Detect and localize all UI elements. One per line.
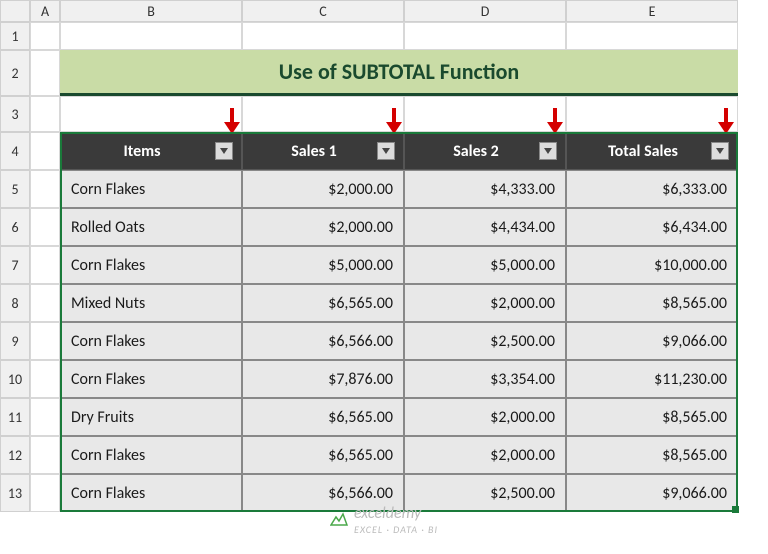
header-sales2[interactable]: Sales 2 — [404, 132, 566, 170]
row-11[interactable]: 11 — [0, 398, 30, 436]
cell-A1[interactable] — [30, 22, 60, 50]
cell-A11[interactable] — [30, 398, 60, 436]
header-sales2-label: Sales 2 — [413, 142, 539, 161]
cell-sales1[interactable]: $6,566.00 — [242, 474, 404, 512]
cell-items[interactable]: Mixed Nuts — [60, 284, 242, 322]
row-8[interactable]: 8 — [0, 284, 30, 322]
cell-items[interactable]: Corn Flakes — [60, 436, 242, 474]
cell-A2[interactable] — [30, 50, 60, 96]
col-E[interactable]: E — [566, 0, 738, 22]
cell-B1[interactable] — [60, 22, 242, 50]
row-12[interactable]: 12 — [0, 436, 30, 474]
header-sales1-label: Sales 1 — [251, 142, 377, 161]
cell-sales1[interactable]: $6,565.00 — [242, 436, 404, 474]
row-9[interactable]: 9 — [0, 322, 30, 360]
cell-sales2[interactable]: $2,000.00 — [404, 398, 566, 436]
chevron-down-icon — [382, 148, 390, 154]
cell-sales2[interactable]: $4,434.00 — [404, 208, 566, 246]
row-6[interactable]: 6 — [0, 208, 30, 246]
cell-items[interactable]: Corn Flakes — [60, 170, 242, 208]
chevron-down-icon — [544, 148, 552, 154]
cell-A12[interactable] — [30, 436, 60, 474]
header-items-label: Items — [69, 142, 215, 161]
cell-sales2[interactable]: $2,000.00 — [404, 284, 566, 322]
header-total[interactable]: Total Sales — [566, 132, 738, 170]
cell-sales1[interactable]: $6,565.00 — [242, 284, 404, 322]
cell-D3[interactable] — [404, 96, 566, 132]
cell-items[interactable]: Corn Flakes — [60, 474, 242, 512]
cell-sales1[interactable]: $2,000.00 — [242, 170, 404, 208]
row-1[interactable]: 1 — [0, 22, 30, 50]
cell-sales1[interactable]: $2,000.00 — [242, 208, 404, 246]
cell-D1[interactable] — [404, 22, 566, 50]
cell-sales1[interactable]: $5,000.00 — [242, 246, 404, 284]
row-7[interactable]: 7 — [0, 246, 30, 284]
cell-A3[interactable] — [30, 96, 60, 132]
cell-total[interactable]: $8,565.00 — [566, 436, 738, 474]
cell-A9[interactable] — [30, 322, 60, 360]
cell-B3[interactable] — [60, 96, 242, 132]
cell-E3[interactable] — [566, 96, 738, 132]
cell-A8[interactable] — [30, 284, 60, 322]
filter-button-sales2[interactable] — [539, 142, 557, 160]
chevron-down-icon — [716, 148, 724, 154]
arrow-icon — [222, 108, 242, 139]
cell-total[interactable]: $8,565.00 — [566, 284, 738, 322]
col-C[interactable]: C — [242, 0, 404, 22]
cell-sales2[interactable]: $2,500.00 — [404, 322, 566, 360]
filter-button-items[interactable] — [215, 142, 233, 160]
arrow-icon — [384, 108, 404, 139]
cell-A10[interactable] — [30, 360, 60, 398]
row-2[interactable]: 2 — [0, 50, 30, 96]
col-B[interactable]: B — [60, 0, 242, 22]
cell-total[interactable]: $11,230.00 — [566, 360, 738, 398]
row-10[interactable]: 10 — [0, 360, 30, 398]
cell-A5[interactable] — [30, 170, 60, 208]
page-title: Use of SUBTOTAL Function — [60, 50, 738, 96]
row-3[interactable]: 3 — [0, 96, 30, 132]
watermark-sub: EXCEL · DATA · BI — [354, 523, 438, 536]
cell-sales1[interactable]: $6,566.00 — [242, 322, 404, 360]
cell-sales1[interactable]: $7,876.00 — [242, 360, 404, 398]
cell-items[interactable]: Corn Flakes — [60, 246, 242, 284]
cell-A13[interactable] — [30, 474, 60, 512]
row-13[interactable]: 13 — [0, 474, 30, 512]
header-items[interactable]: Items — [60, 132, 242, 170]
header-total-label: Total Sales — [575, 142, 711, 161]
cell-sales1[interactable]: $6,565.00 — [242, 398, 404, 436]
cell-E1[interactable] — [566, 22, 738, 50]
cell-total[interactable]: $6,333.00 — [566, 170, 738, 208]
col-A[interactable]: A — [30, 0, 60, 22]
arrow-icon — [716, 108, 736, 139]
cell-total[interactable]: $9,066.00 — [566, 322, 738, 360]
cell-A7[interactable] — [30, 246, 60, 284]
cell-A4[interactable] — [30, 132, 60, 170]
filter-button-total[interactable] — [711, 142, 729, 160]
cell-items[interactable]: Rolled Oats — [60, 208, 242, 246]
chevron-down-icon — [220, 148, 228, 154]
cell-total[interactable]: $8,565.00 — [566, 398, 738, 436]
cell-total[interactable]: $6,434.00 — [566, 208, 738, 246]
select-all-corner[interactable] — [0, 0, 30, 22]
cell-sales2[interactable]: $5,000.00 — [404, 246, 566, 284]
row-5[interactable]: 5 — [0, 170, 30, 208]
cell-sales2[interactable]: $2,000.00 — [404, 436, 566, 474]
logo-icon — [330, 511, 348, 529]
arrow-icon — [545, 108, 565, 139]
row-4[interactable]: 4 — [0, 132, 30, 170]
cell-sales2[interactable]: $2,500.00 — [404, 474, 566, 512]
cell-total[interactable]: $9,066.00 — [566, 474, 738, 512]
filter-button-sales1[interactable] — [377, 142, 395, 160]
cell-sales2[interactable]: $4,333.00 — [404, 170, 566, 208]
col-D[interactable]: D — [404, 0, 566, 22]
cell-total[interactable]: $10,000.00 — [566, 246, 738, 284]
cell-C3[interactable] — [242, 96, 404, 132]
header-sales1[interactable]: Sales 1 — [242, 132, 404, 170]
cell-sales2[interactable]: $3,354.00 — [404, 360, 566, 398]
cell-items[interactable]: Corn Flakes — [60, 322, 242, 360]
cell-C1[interactable] — [242, 22, 404, 50]
cell-items[interactable]: Dry Fruits — [60, 398, 242, 436]
cell-A6[interactable] — [30, 208, 60, 246]
cell-items[interactable]: Corn Flakes — [60, 360, 242, 398]
